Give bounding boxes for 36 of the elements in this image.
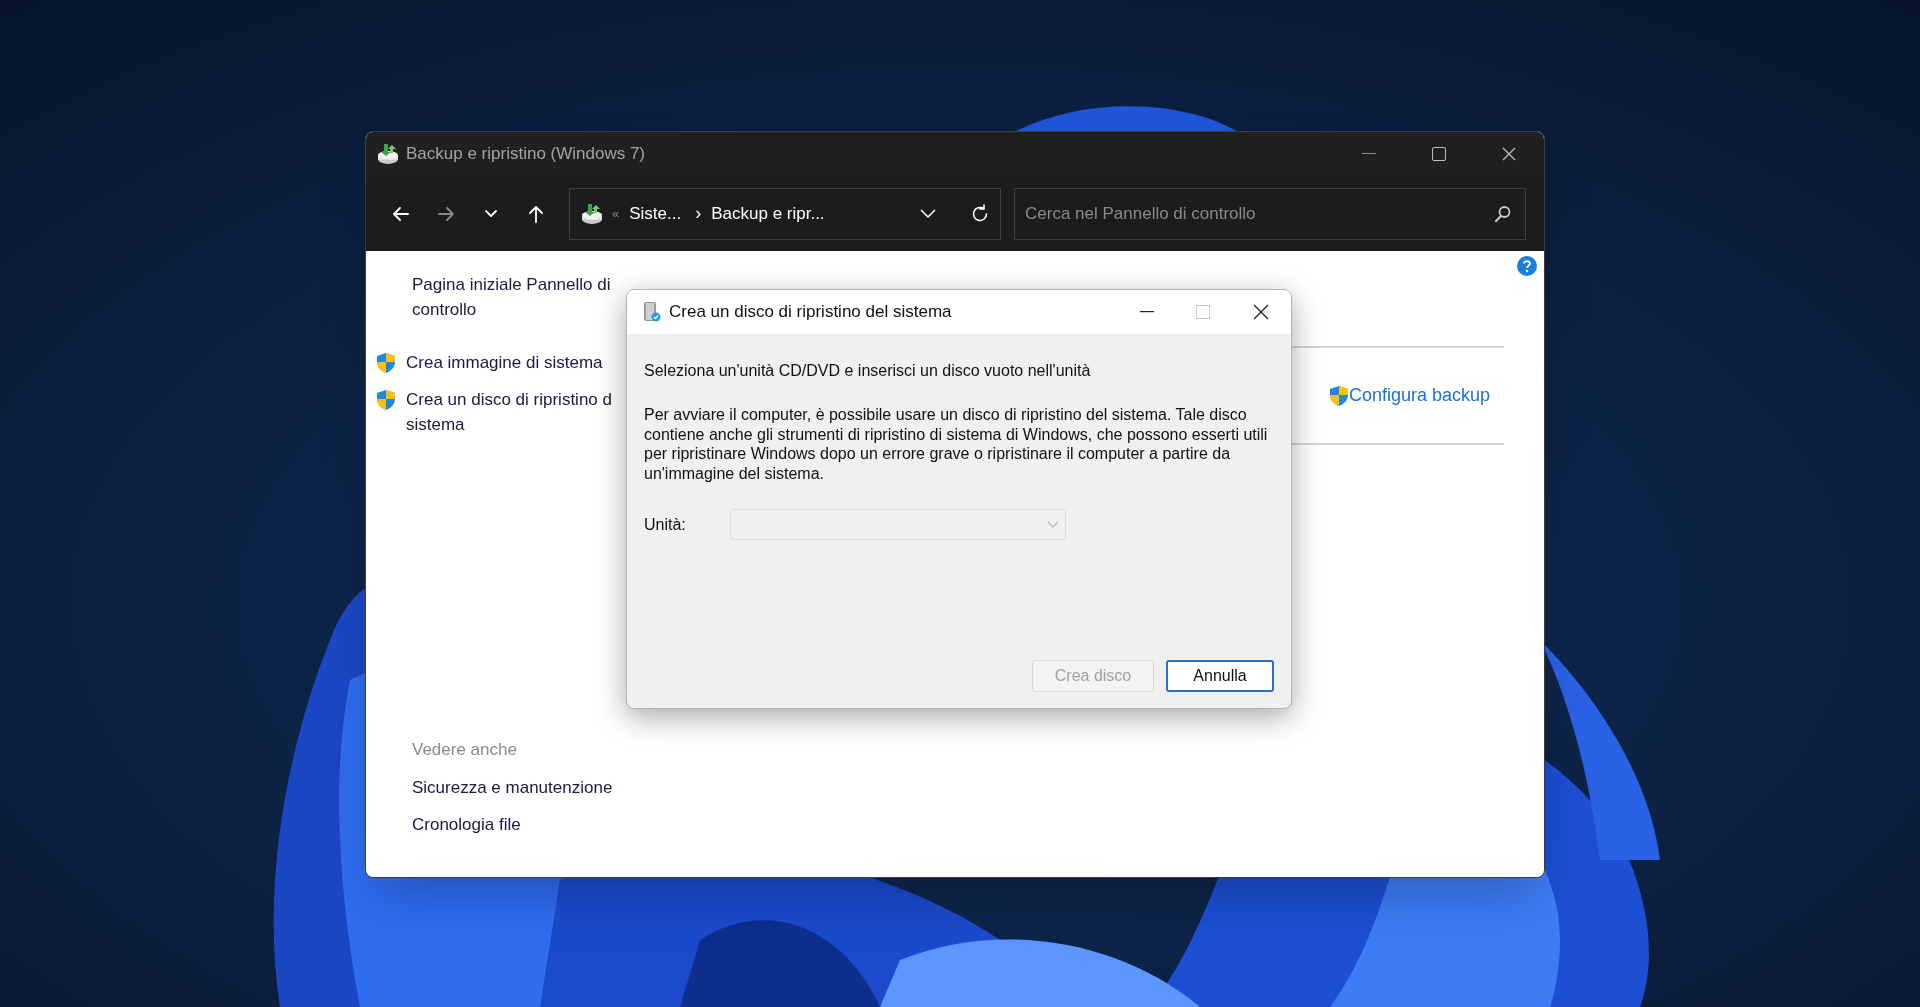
chevron-down-icon[interactable] <box>920 208 936 219</box>
minimize-icon <box>1140 311 1154 313</box>
chevron-down-icon[interactable] <box>483 208 498 219</box>
refresh-icon[interactable] <box>970 203 990 224</box>
search-field[interactable]: Cerca nel Pannello di controllo <box>1014 187 1526 240</box>
instruction-text: Seleziona un'unità CD/DVD e inserisci un disco vuoto nell'unità <box>644 361 1092 381</box>
shield-icon <box>376 352 396 374</box>
shield-icon <box>1328 384 1349 407</box>
maximize-icon <box>1432 147 1446 161</box>
close-icon <box>1502 147 1516 161</box>
backup-icon <box>376 143 400 165</box>
drive-label: Unità: <box>644 514 687 535</box>
help-icon[interactable] <box>1516 255 1538 277</box>
backup-icon <box>580 202 604 225</box>
cancel-button[interactable]: Annulla <box>1166 660 1274 692</box>
task-link[interactable]: Crea immagine di sistema <box>406 350 603 375</box>
drive-icon <box>643 301 661 323</box>
configure-backup-link[interactable]: Configura backup <box>1348 382 1490 409</box>
chevron-down-icon <box>1047 520 1059 529</box>
task-link[interactable]: Crea un disco di ripristino d sistema <box>406 387 612 437</box>
description-text: Per avviare il computer, è possibile usare un disco di ripristino del sistema. Tale disco contiene anche gli strumenti di ripristino di sistema di Windows, che possono esserti utili per ripristinare Windows dopo un errore grave o ripristinare il computer a partire da un'immagine del sistema. <box>644 405 1269 483</box>
close-icon <box>1253 304 1269 320</box>
search-icon <box>1494 204 1512 223</box>
minimize-icon <box>1362 153 1376 155</box>
breadcrumb-item[interactable]: Siste... <box>629 200 682 227</box>
address-bar[interactable]: « Siste... › Backup e ripr... <box>569 187 1001 240</box>
dialog-title: Crea un disco di ripristino del sistema <box>669 301 952 324</box>
breadcrumb-item[interactable]: Backup e ripr... <box>711 200 825 227</box>
overflow-chevron[interactable]: « <box>612 203 620 224</box>
see-also-link[interactable]: Sicurezza e manutenzione <box>412 778 666 798</box>
see-also-heading: Vedere anche <box>412 738 518 761</box>
maximize-icon <box>1196 305 1210 319</box>
see-also-link[interactable]: Cronologia file <box>412 815 666 835</box>
shield-icon <box>376 389 396 411</box>
breadcrumb-separator: › <box>695 202 702 225</box>
window-title: Backup e ripristino (Windows 7) <box>406 143 646 166</box>
